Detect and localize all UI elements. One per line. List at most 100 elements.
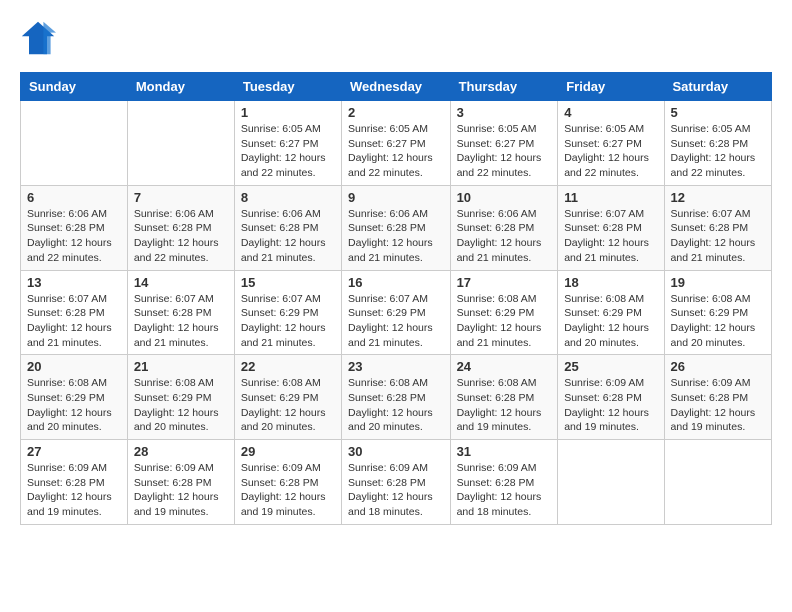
day-info: Sunrise: 6:09 AM Sunset: 6:28 PM Dayligh… (241, 461, 335, 520)
day-info: Sunrise: 6:09 AM Sunset: 6:28 PM Dayligh… (27, 461, 121, 520)
day-number: 27 (27, 444, 121, 459)
day-info: Sunrise: 6:09 AM Sunset: 6:28 PM Dayligh… (134, 461, 228, 520)
calendar-cell: 26Sunrise: 6:09 AM Sunset: 6:28 PM Dayli… (664, 355, 771, 440)
calendar-cell: 20 Sunrise: 6:08 AM Sunset: 6:29 PM Dayli… (21, 355, 128, 440)
day-number: 3 (457, 105, 552, 120)
day-info: Sunrise: 6:06 AM Sunset: 6:28 PM Dayligh… (241, 207, 335, 266)
weekday-header-tuesday: Tuesday (234, 73, 341, 101)
day-number: 30 (348, 444, 444, 459)
day-info: Sunrise: 6:06 AM Sunset: 6:28 PM Dayligh… (27, 207, 121, 266)
calendar-cell: 10 Sunrise: 6:06 AM Sunset: 6:28 PM Dayli… (450, 185, 558, 270)
calendar-cell: 11Sunrise: 6:07 AM Sunset: 6:28 PM Dayli… (558, 185, 664, 270)
day-number: 24 (457, 359, 552, 374)
day-number: 21 (134, 359, 228, 374)
day-number: 18 (564, 275, 657, 290)
day-info: Sunrise: 6:07 AM Sunset: 6:28 PM Dayligh… (671, 207, 765, 266)
weekday-header-thursday: Thursday (450, 73, 558, 101)
day-number: 20 (27, 359, 121, 374)
day-number: 29 (241, 444, 335, 459)
day-info: Sunrise: 6:08 AM Sunset: 6:29 PM Dayligh… (241, 376, 335, 435)
calendar-cell (127, 101, 234, 186)
day-number: 31 (457, 444, 552, 459)
calendar-cell: 8 Sunrise: 6:06 AM Sunset: 6:28 PM Daylig… (234, 185, 341, 270)
day-info: Sunrise: 6:05 AM Sunset: 6:27 PM Dayligh… (457, 122, 552, 181)
day-info: Sunrise: 6:09 AM Sunset: 6:28 PM Dayligh… (564, 376, 657, 435)
logo (20, 20, 60, 56)
day-number: 10 (457, 190, 552, 205)
day-info: Sunrise: 6:09 AM Sunset: 6:28 PM Dayligh… (671, 376, 765, 435)
weekday-header-wednesday: Wednesday (342, 73, 451, 101)
day-info: Sunrise: 6:06 AM Sunset: 6:28 PM Dayligh… (348, 207, 444, 266)
weekday-header-sunday: Sunday (21, 73, 128, 101)
calendar-cell: 28 Sunrise: 6:09 AM Sunset: 6:28 PM Dayli… (127, 440, 234, 525)
day-info: Sunrise: 6:05 AM Sunset: 6:27 PM Dayligh… (348, 122, 444, 181)
calendar-cell: 29 Sunrise: 6:09 AM Sunset: 6:28 PM Dayli… (234, 440, 341, 525)
day-number: 28 (134, 444, 228, 459)
calendar-cell: 9 Sunrise: 6:06 AM Sunset: 6:28 PM Daylig… (342, 185, 451, 270)
calendar-week-row: 27 Sunrise: 6:09 AM Sunset: 6:28 PM Dayli… (21, 440, 772, 525)
calendar-cell: 21 Sunrise: 6:08 AM Sunset: 6:29 PM Dayli… (127, 355, 234, 440)
day-info: Sunrise: 6:05 AM Sunset: 6:27 PM Dayligh… (564, 122, 657, 181)
calendar-week-row: 13Sunrise: 6:07 AM Sunset: 6:28 PM Dayli… (21, 270, 772, 355)
day-number: 14 (134, 275, 228, 290)
day-info: Sunrise: 6:08 AM Sunset: 6:29 PM Dayligh… (671, 292, 765, 351)
calendar-cell: 16 Sunrise: 6:07 AM Sunset: 6:29 PM Dayli… (342, 270, 451, 355)
day-info: Sunrise: 6:08 AM Sunset: 6:28 PM Dayligh… (348, 376, 444, 435)
calendar-cell (21, 101, 128, 186)
day-info: Sunrise: 6:08 AM Sunset: 6:29 PM Dayligh… (457, 292, 552, 351)
calendar-week-row: 20 Sunrise: 6:08 AM Sunset: 6:29 PM Dayli… (21, 355, 772, 440)
day-info: Sunrise: 6:08 AM Sunset: 6:29 PM Dayligh… (27, 376, 121, 435)
day-info: Sunrise: 6:05 AM Sunset: 6:27 PM Dayligh… (241, 122, 335, 181)
day-number: 8 (241, 190, 335, 205)
calendar-cell (664, 440, 771, 525)
day-number: 2 (348, 105, 444, 120)
day-info: Sunrise: 6:07 AM Sunset: 6:28 PM Dayligh… (27, 292, 121, 351)
day-number: 19 (671, 275, 765, 290)
day-info: Sunrise: 6:06 AM Sunset: 6:28 PM Dayligh… (457, 207, 552, 266)
day-number: 11 (564, 190, 657, 205)
calendar-cell: 3 Sunrise: 6:05 AM Sunset: 6:27 PM Daylig… (450, 101, 558, 186)
calendar-cell: 4 Sunrise: 6:05 AM Sunset: 6:27 PM Daylig… (558, 101, 664, 186)
day-info: Sunrise: 6:08 AM Sunset: 6:29 PM Dayligh… (564, 292, 657, 351)
calendar-cell: 15 Sunrise: 6:07 AM Sunset: 6:29 PM Dayli… (234, 270, 341, 355)
calendar-cell: 23 Sunrise: 6:08 AM Sunset: 6:28 PM Dayli… (342, 355, 451, 440)
weekday-header-row: SundayMondayTuesdayWednesdayThursdayFrid… (21, 73, 772, 101)
calendar-cell: 12 Sunrise: 6:07 AM Sunset: 6:28 PM Dayli… (664, 185, 771, 270)
day-number: 15 (241, 275, 335, 290)
calendar-cell: 14 Sunrise: 6:07 AM Sunset: 6:28 PM Dayli… (127, 270, 234, 355)
day-number: 5 (671, 105, 765, 120)
day-number: 1 (241, 105, 335, 120)
calendar-cell: 2 Sunrise: 6:05 AM Sunset: 6:27 PM Daylig… (342, 101, 451, 186)
weekday-header-saturday: Saturday (664, 73, 771, 101)
calendar-cell: 19 Sunrise: 6:08 AM Sunset: 6:29 PM Dayli… (664, 270, 771, 355)
day-number: 9 (348, 190, 444, 205)
calendar-week-row: 1 Sunrise: 6:05 AM Sunset: 6:27 PM Daylig… (21, 101, 772, 186)
day-number: 6 (27, 190, 121, 205)
day-number: 25 (564, 359, 657, 374)
calendar-table: SundayMondayTuesdayWednesdayThursdayFrid… (20, 72, 772, 525)
calendar-cell (558, 440, 664, 525)
calendar-cell: 25 Sunrise: 6:09 AM Sunset: 6:28 PM Dayli… (558, 355, 664, 440)
calendar-cell: 24Sunrise: 6:08 AM Sunset: 6:28 PM Dayli… (450, 355, 558, 440)
day-number: 12 (671, 190, 765, 205)
weekday-header-friday: Friday (558, 73, 664, 101)
day-info: Sunrise: 6:08 AM Sunset: 6:29 PM Dayligh… (134, 376, 228, 435)
day-info: Sunrise: 6:07 AM Sunset: 6:29 PM Dayligh… (348, 292, 444, 351)
calendar-cell: 6 Sunrise: 6:06 AM Sunset: 6:28 PM Daylig… (21, 185, 128, 270)
day-info: Sunrise: 6:07 AM Sunset: 6:29 PM Dayligh… (241, 292, 335, 351)
day-number: 4 (564, 105, 657, 120)
calendar-cell: 27 Sunrise: 6:09 AM Sunset: 6:28 PM Dayli… (21, 440, 128, 525)
calendar-cell: 22Sunrise: 6:08 AM Sunset: 6:29 PM Dayli… (234, 355, 341, 440)
calendar-cell: 18 Sunrise: 6:08 AM Sunset: 6:29 PM Dayli… (558, 270, 664, 355)
day-info: Sunrise: 6:09 AM Sunset: 6:28 PM Dayligh… (348, 461, 444, 520)
logo-icon (20, 20, 56, 56)
calendar-cell: 13Sunrise: 6:07 AM Sunset: 6:28 PM Dayli… (21, 270, 128, 355)
day-number: 16 (348, 275, 444, 290)
weekday-header-monday: Monday (127, 73, 234, 101)
calendar-cell: 31 Sunrise: 6:09 AM Sunset: 6:28 PM Dayli… (450, 440, 558, 525)
day-info: Sunrise: 6:07 AM Sunset: 6:28 PM Dayligh… (134, 292, 228, 351)
day-number: 23 (348, 359, 444, 374)
calendar-cell: 7Sunrise: 6:06 AM Sunset: 6:28 PM Daylig… (127, 185, 234, 270)
day-info: Sunrise: 6:05 AM Sunset: 6:28 PM Dayligh… (671, 122, 765, 181)
day-info: Sunrise: 6:09 AM Sunset: 6:28 PM Dayligh… (457, 461, 552, 520)
